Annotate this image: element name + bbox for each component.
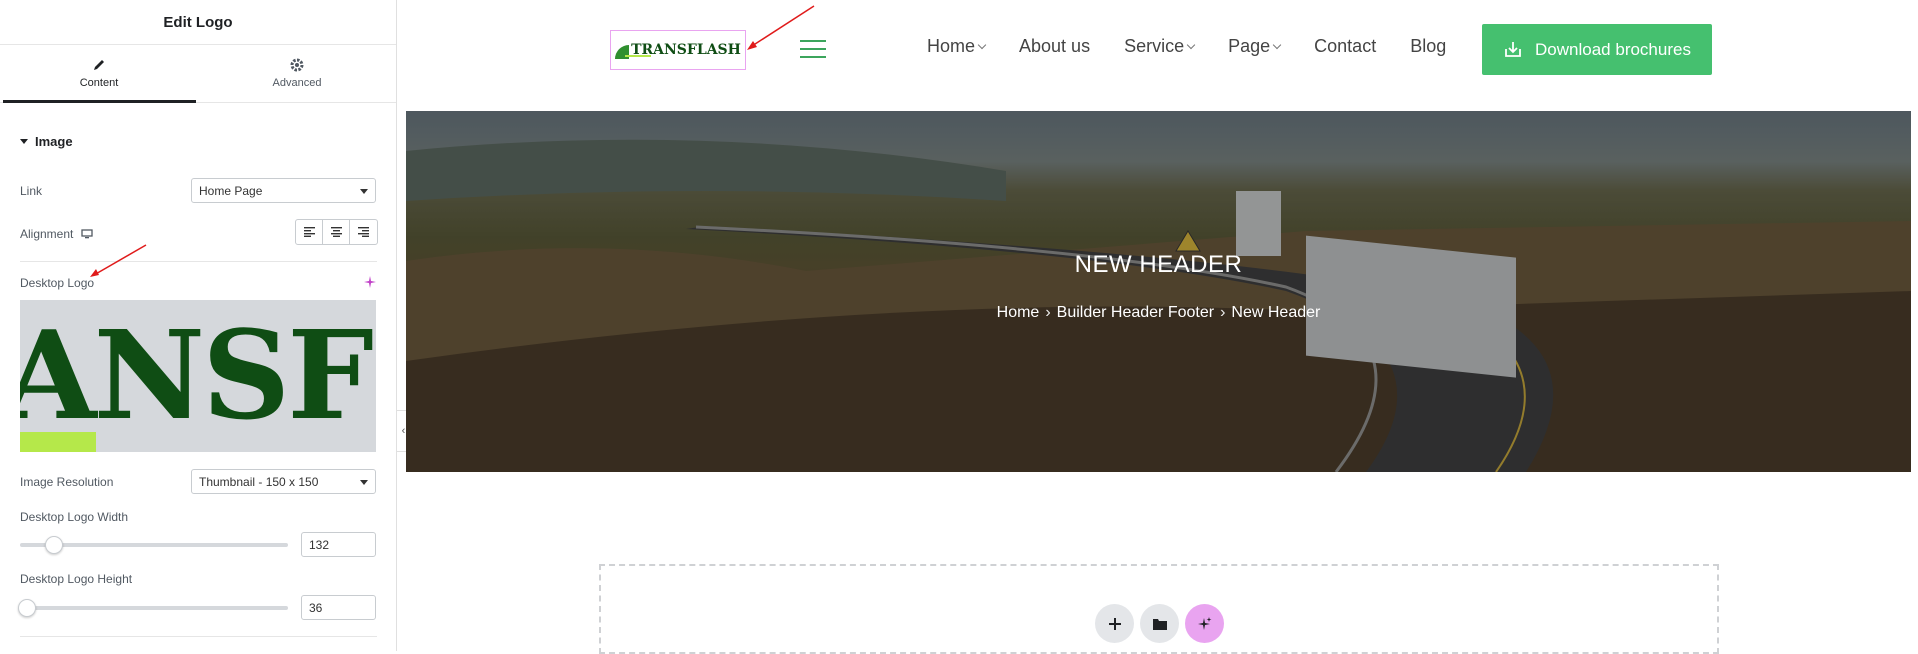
logo-lime-bar <box>20 432 96 452</box>
align-right-button[interactable] <box>350 220 377 244</box>
section-image-label: Image <box>35 134 73 149</box>
hero-overlay <box>406 111 1911 472</box>
desktop-icon[interactable] <box>81 229 94 239</box>
chevron-down-icon <box>1186 40 1196 50</box>
link-select-value: Home Page <box>199 184 263 198</box>
panel-tabs: Content Advanced <box>0 45 396 103</box>
logo-width-label: Desktop Logo Width <box>20 510 129 524</box>
align-center-button[interactable] <box>323 220 350 244</box>
chevron-left-icon: ‹ <box>401 425 406 437</box>
alignment-buttons <box>295 219 378 245</box>
align-right-icon <box>358 227 369 237</box>
annotation-arrow-icon <box>90 244 147 277</box>
chevron-right-icon: › <box>1220 304 1226 321</box>
folder-icon <box>1152 618 1167 630</box>
logo-height-label: Desktop Logo Height <box>20 572 133 586</box>
chevron-down-icon <box>1272 40 1282 50</box>
tab-content[interactable]: Content <box>0 45 198 102</box>
ai-sparkle-icon[interactable] <box>364 276 376 288</box>
chevron-down-icon <box>360 189 368 194</box>
nav-page-label: Page <box>1228 36 1271 56</box>
chevron-right-icon: › <box>1045 304 1051 321</box>
site-preview: TRANSFLASH Home About us Service Page Co… <box>406 0 1918 654</box>
breadcrumb-home[interactable]: Home <box>997 304 1040 321</box>
nav-item-page[interactable]: Page <box>1228 36 1282 57</box>
breadcrumb-current: New Header <box>1231 304 1321 321</box>
panel-title: Edit Logo <box>0 0 396 45</box>
align-left-button[interactable] <box>296 220 323 244</box>
link-select[interactable]: Home Page <box>191 178 376 203</box>
nav-item-contact[interactable]: Contact <box>1314 36 1376 57</box>
tab-advanced-label: Advanced <box>272 77 322 89</box>
hamburger-menu-icon[interactable] <box>800 40 826 58</box>
section-image-toggle[interactable]: Image <box>20 134 73 149</box>
logo-preview-text: ANSFI <box>20 303 376 447</box>
divider <box>20 261 377 262</box>
chevron-down-icon <box>360 480 368 485</box>
logo-height-input[interactable]: 36 <box>301 595 376 620</box>
alignment-label-row: Alignment <box>20 227 94 241</box>
chevron-down-icon <box>977 40 987 50</box>
breadcrumb-builder[interactable]: Builder Header Footer <box>1057 304 1214 321</box>
breadcrumb: Home › Builder Header Footer › New Header <box>406 304 1911 322</box>
nav-home-label: Home <box>927 36 976 56</box>
logo-height-slider-handle[interactable] <box>18 599 36 617</box>
logo-height-slider[interactable] <box>18 599 288 617</box>
nav-item-about[interactable]: About us <box>1019 36 1090 57</box>
nav-contact-label: Contact <box>1314 36 1377 56</box>
editor-panel: Edit Logo Content Advanced Image Link Ho… <box>0 0 397 651</box>
image-resolution-select[interactable]: Thumbnail - 150 x 150 <box>191 469 376 494</box>
image-resolution-label: Image Resolution <box>20 475 114 489</box>
logo-width-input[interactable]: 132 <box>301 532 376 557</box>
hero-banner: NEW HEADER Home › Builder Header Footer › Ne… <box>406 111 1911 472</box>
align-left-icon <box>303 227 315 237</box>
logo-underline <box>625 55 651 57</box>
tab-content-label: Content <box>79 77 119 89</box>
plus-icon <box>1108 617 1121 630</box>
nav-item-service[interactable]: Service <box>1124 36 1196 57</box>
cta-label: Download brochures <box>1535 39 1691 59</box>
nav-item-home[interactable]: Home <box>927 36 987 57</box>
gear-icon <box>290 58 304 72</box>
nav-service-label: Service <box>1124 36 1185 56</box>
nav-blog-label: Blog <box>1410 36 1447 56</box>
ai-sparkle-icon <box>1197 616 1211 630</box>
desktop-logo-image[interactable]: ANSFI <box>20 300 376 452</box>
desktop-logo-label: Desktop Logo <box>20 276 95 290</box>
link-label: Link <box>20 184 43 198</box>
pencil-icon <box>94 60 104 70</box>
alignment-label: Alignment <box>20 227 74 241</box>
ai-generate-button[interactable] <box>1185 604 1224 643</box>
site-logo[interactable]: TRANSFLASH <box>610 30 746 70</box>
align-center-icon <box>330 227 342 237</box>
logo-width-slider-handle[interactable] <box>45 536 63 554</box>
tab-advanced[interactable]: Advanced <box>198 45 396 102</box>
add-section-button[interactable] <box>1095 604 1134 643</box>
divider <box>20 636 377 637</box>
add-template-button[interactable] <box>1140 604 1179 643</box>
logo-width-slider[interactable] <box>20 536 288 554</box>
nav-about-label: About us <box>1019 36 1091 56</box>
caret-down-icon <box>20 139 28 144</box>
image-resolution-value: Thumbnail - 150 x 150 <box>199 475 319 489</box>
nav-item-blog[interactable]: Blog <box>1410 36 1446 57</box>
hero-title: NEW HEADER <box>1074 251 1243 278</box>
download-icon <box>1505 41 1521 57</box>
main-nav: Home About us Service Page Contact Blog <box>927 36 1480 57</box>
download-brochures-button[interactable]: Download brochures <box>1482 24 1712 75</box>
